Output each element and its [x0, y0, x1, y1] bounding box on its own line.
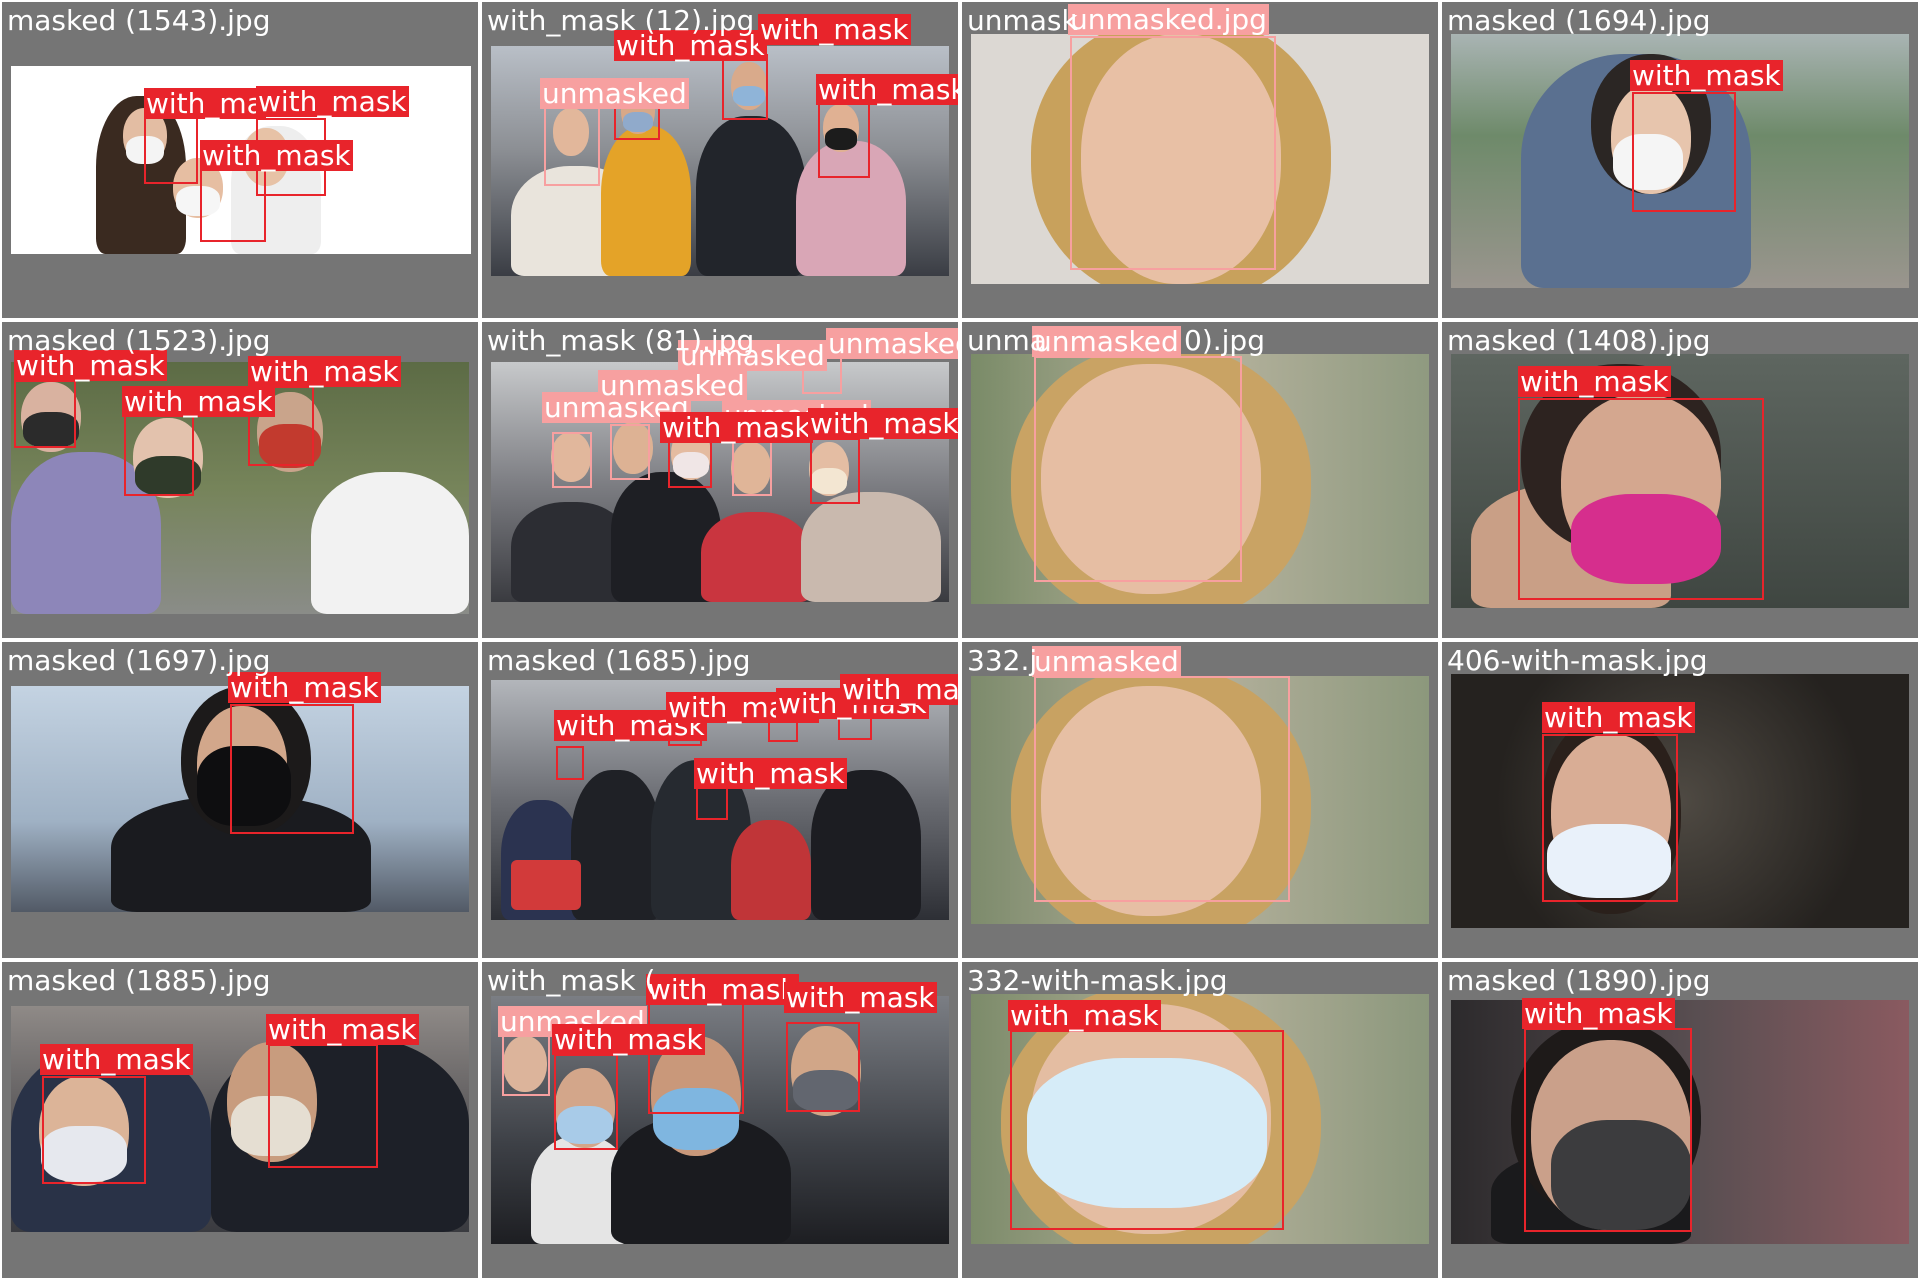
tile-filename: with_mask (12).jpg: [487, 4, 755, 37]
detection-box: [1034, 676, 1290, 902]
tile-8: masked (1408).jpg with_mask: [1442, 322, 1918, 638]
detection-label: with_mask: [1518, 365, 1671, 398]
detection-label: with_mask: [1630, 59, 1783, 92]
detection-label: with_mask: [122, 385, 275, 418]
detection-box: [1010, 1030, 1284, 1230]
detection-box: [502, 1034, 550, 1096]
tile-filename: 332-with-mask.jpg: [967, 964, 1228, 997]
detection-box: [268, 1044, 378, 1168]
tile-4: masked (1694).jpg with_mask: [1442, 2, 1918, 318]
tile-filename: masked (1697).jpg: [7, 644, 271, 677]
detection-box: [786, 1022, 860, 1112]
tile-filename: masked (1685).jpg: [487, 644, 751, 677]
tile-filename: with_mask (: [487, 964, 656, 997]
tile-10: masked (1685).jpg with_mask with_mask wi…: [482, 642, 958, 958]
tile-filename: 332.j: [967, 644, 1038, 677]
detection-label: with_mask: [808, 408, 958, 439]
person: [696, 116, 806, 276]
person: [311, 472, 469, 614]
tile-3: unmask unmasked.jpg: [962, 2, 1438, 318]
tile-filename: masked (1694).jpg: [1447, 4, 1711, 37]
person: [801, 492, 941, 602]
person: [601, 126, 691, 276]
detection-box: [556, 746, 584, 780]
detection-box: [1632, 92, 1736, 212]
detection-box: [732, 440, 772, 496]
detection-grid: masked (1543).jpg with_ma with_mask with…: [0, 0, 1920, 1280]
detection-box: [544, 106, 600, 186]
detection-label: with_mask: [840, 674, 958, 705]
tile-9: masked (1697).jpg with_mask: [2, 642, 478, 958]
tile-filename: masked (1543).jpg: [7, 4, 271, 37]
detection-label: unmasked: [1032, 645, 1181, 678]
tile-filename: unmask: [967, 4, 1078, 37]
detection-label: with_mask: [816, 74, 958, 105]
detection-label: with_mask: [248, 355, 401, 388]
tile-14: with_mask ( unmasked with_mask with_mask…: [482, 962, 958, 1278]
person: [571, 770, 661, 920]
detection-label: with_mask: [1522, 997, 1675, 1030]
tile-15: 332-with-mask.jpg with_mask: [962, 962, 1438, 1278]
detection-label: unmasked: [540, 77, 689, 110]
detection-box: [1518, 398, 1764, 600]
detection-label: with_mask: [266, 1013, 419, 1046]
detection-box: [610, 424, 650, 480]
detection-box: [1524, 1028, 1692, 1232]
detection-label: unmasked: [598, 369, 747, 402]
tile-filename: unma: [967, 324, 1047, 357]
detection-box: [200, 168, 266, 242]
tile-filename: masked (1523).jpg: [7, 324, 271, 357]
detection-box: [810, 438, 860, 504]
detection-label: with_mask: [660, 411, 813, 444]
detection-box: [42, 1076, 146, 1184]
tile-filename-suffix: 0).jpg: [1184, 324, 1265, 357]
detection-label: with_mask: [646, 973, 799, 1006]
tile-filename: with_mask (81).jpg: [487, 324, 755, 357]
tile-7: unma unmasked 0).jpg: [962, 322, 1438, 638]
detection-label: with_mask: [256, 85, 409, 118]
detection-box: [144, 112, 198, 184]
tile-2: with_mask (12).jpg unmasked with_mask wi…: [482, 2, 958, 318]
detection-box: [1034, 356, 1242, 582]
detection-box: [1542, 734, 1678, 902]
detection-label: with_mask: [784, 981, 937, 1014]
tile-16: masked (1890).jpg with_mask: [1442, 962, 1918, 1278]
detection-label: unmasked.jpg: [1068, 3, 1269, 36]
tile-11: 332.j unmasked: [962, 642, 1438, 958]
tile-filename: masked (1885).jpg: [7, 964, 271, 997]
detection-label: with_mask: [200, 139, 353, 172]
detection-box: [552, 432, 592, 488]
detection-box: [648, 1002, 744, 1114]
luggage: [511, 860, 581, 910]
detection-label: with_mask: [40, 1043, 193, 1076]
detection-box: [14, 380, 76, 448]
detection-box: [230, 704, 354, 834]
detection-label: with_mask: [1542, 701, 1695, 734]
tile-13: masked (1885).jpg with_mask with_mask: [2, 962, 478, 1278]
tile-5: masked (1523).jpg with_mask with_mask wi…: [2, 322, 478, 638]
detection-label: with_mask: [1008, 999, 1161, 1032]
person: [731, 820, 811, 920]
detection-label: with_mask: [694, 757, 847, 790]
person: [701, 512, 811, 602]
detection-label: unmasked: [826, 328, 958, 359]
tile-12: 406-with-mask.jpg with_mask: [1442, 642, 1918, 958]
detection-box: [554, 1054, 618, 1150]
detection-label: with_ma: [144, 87, 266, 120]
detection-box: [1070, 36, 1276, 270]
tile-filename: masked (1890).jpg: [1447, 964, 1711, 997]
tile-filename: 406-with-mask.jpg: [1447, 644, 1708, 677]
detection-label: unmasked: [1032, 325, 1181, 358]
detection-box: [124, 414, 194, 496]
detection-label: with_mask: [552, 1023, 705, 1056]
tile-6: with_mask (81).jpg unmasked unmasked unm…: [482, 322, 958, 638]
detection-box: [818, 102, 870, 178]
person: [811, 770, 921, 920]
detection-label: with_mask: [758, 13, 911, 46]
detection-box: [722, 54, 768, 120]
tile-1: masked (1543).jpg with_ma with_mask with…: [2, 2, 478, 318]
tile-filename: masked (1408).jpg: [1447, 324, 1711, 357]
